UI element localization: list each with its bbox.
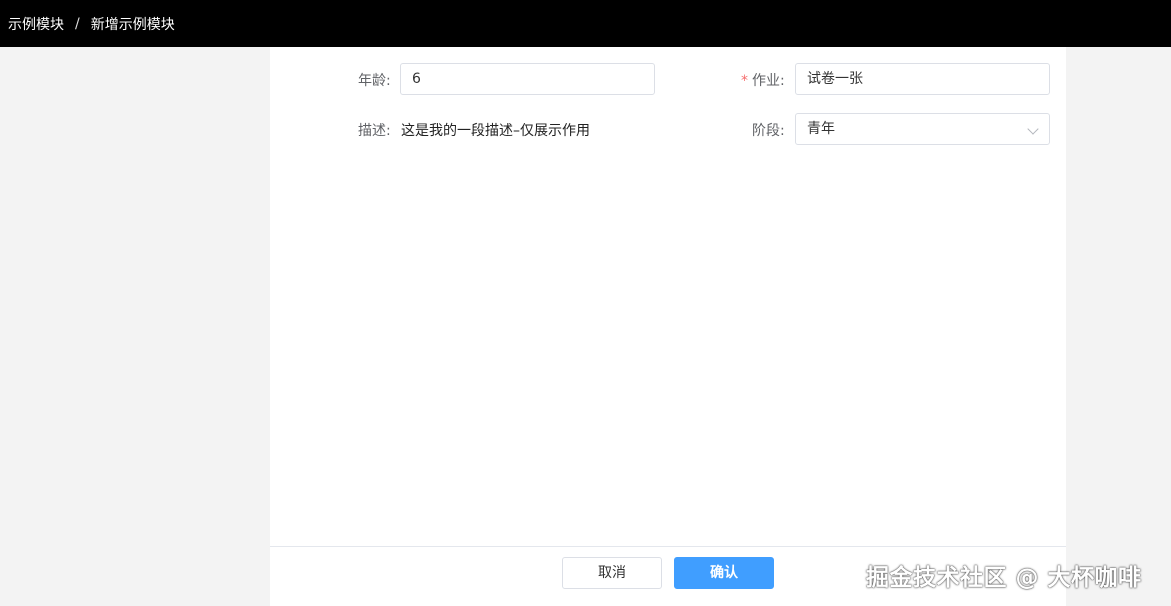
homework-input[interactable]: 试卷一张: [795, 63, 1050, 95]
chevron-down-icon[interactable]: [1027, 123, 1039, 135]
confirm-button[interactable]: 确认: [674, 557, 774, 589]
stage-select-value: 青年: [807, 121, 835, 137]
homework-input-value: 试卷一张: [807, 71, 863, 87]
watermark: 掘金技术社区 @ 大杯咖啡: [866, 565, 1142, 591]
form-panel: 年龄: 6 * 作业: 试卷一张 描述: 这是我的一段描述–仅展示作用 阶段: 青…: [270, 47, 1066, 606]
description-label: 描述:: [358, 123, 391, 139]
homework-label-text: 作业:: [752, 73, 785, 89]
stage-select[interactable]: 青年: [795, 113, 1050, 145]
header-bar: 示例模块 / 新增示例模块: [0, 0, 1171, 47]
cancel-button[interactable]: 取消: [562, 557, 662, 589]
stage-label: 阶段:: [752, 123, 785, 139]
age-label: 年龄:: [358, 73, 391, 89]
homework-label: * 作业:: [741, 70, 785, 90]
required-mark: *: [741, 73, 748, 89]
breadcrumb-item-current: 新增示例模块: [90, 16, 175, 33]
age-input-value: 6: [412, 71, 421, 87]
breadcrumb-separator: /: [75, 15, 80, 32]
description-text: 这是我的一段描述–仅展示作用: [401, 123, 590, 139]
age-input[interactable]: 6: [400, 63, 655, 95]
breadcrumb-item-module[interactable]: 示例模块: [8, 14, 64, 34]
